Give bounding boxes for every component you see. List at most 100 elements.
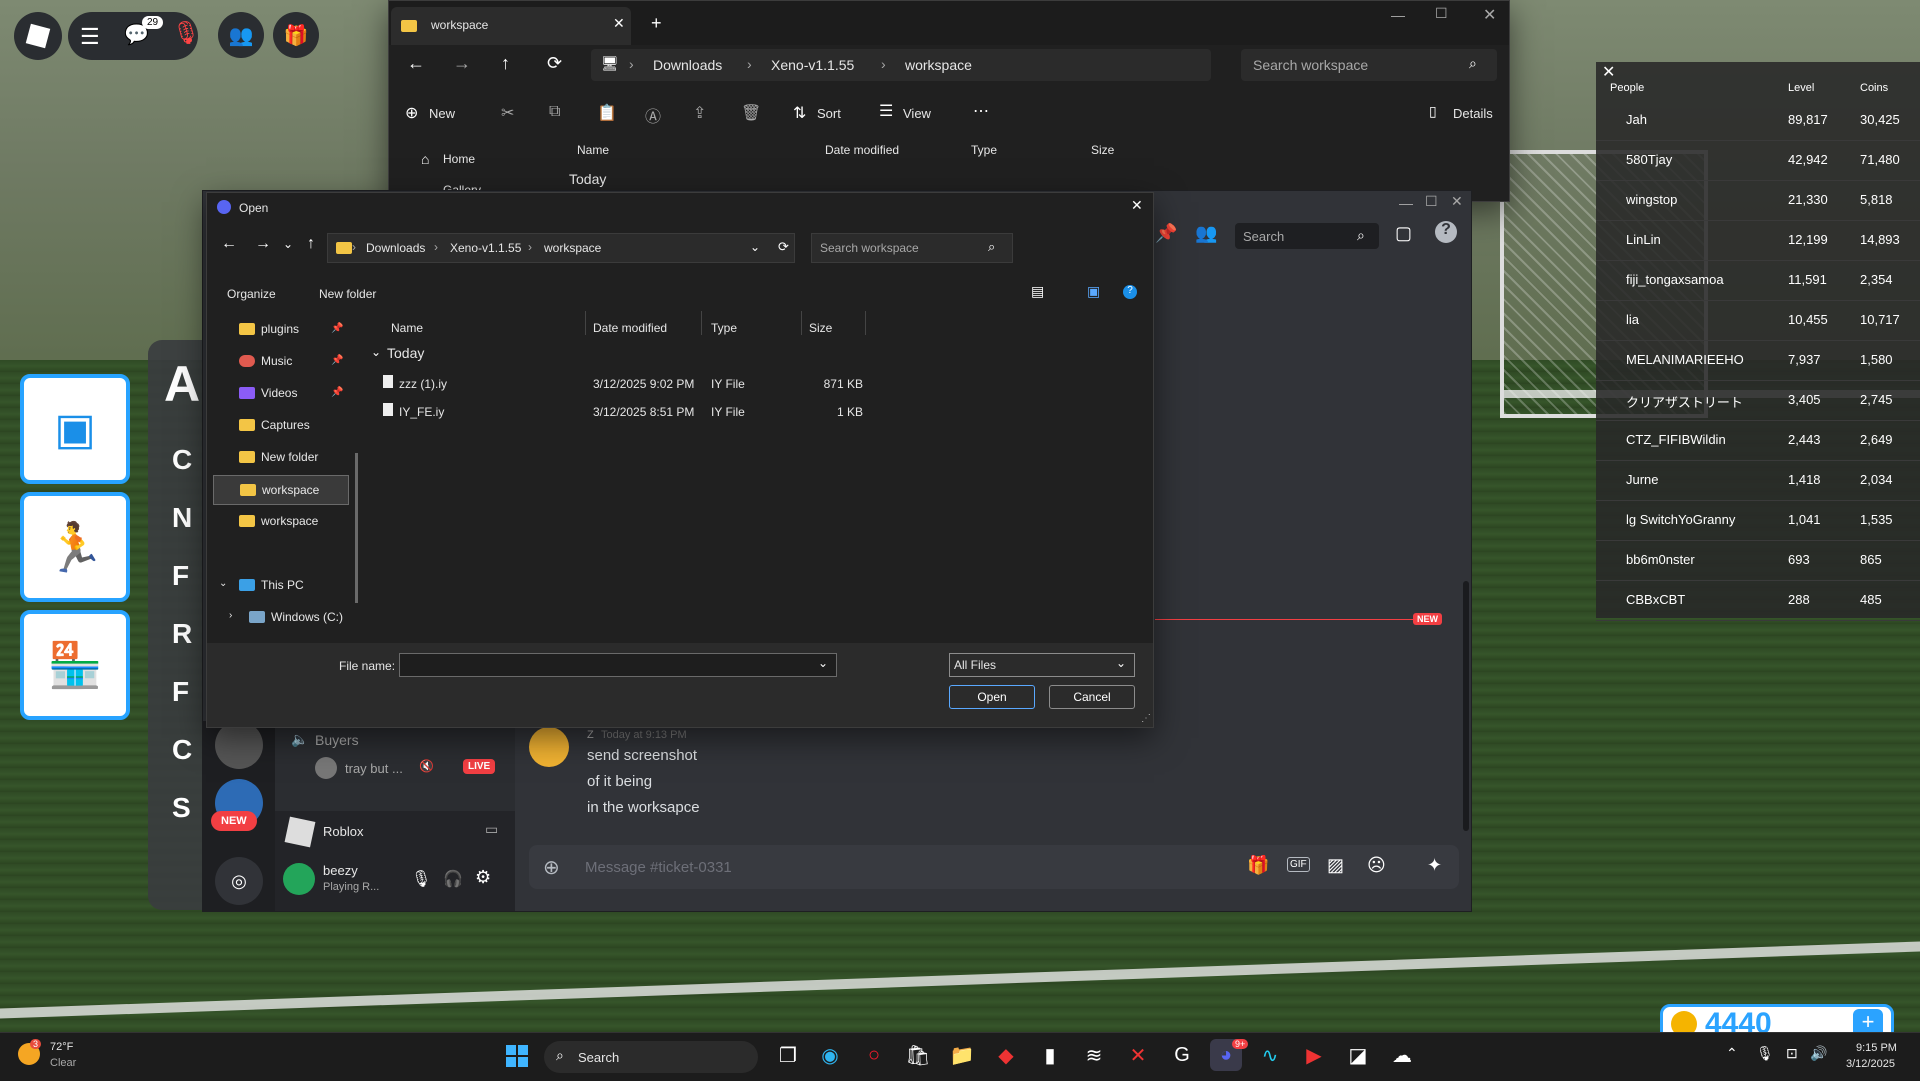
sort-button[interactable]: Sort [817, 106, 841, 121]
column-name[interactable]: Name [391, 321, 423, 335]
xeno-icon[interactable]: ✕ [1122, 1039, 1154, 1071]
gif-icon[interactable]: GIF [1287, 857, 1310, 872]
back-arrow-icon[interactable]: ← [407, 53, 425, 74]
sidebar-item-videos[interactable]: Videos 📌 [213, 379, 347, 407]
profile-tile-button[interactable]: ▣ [20, 374, 130, 484]
steam-icon[interactable]: ≋ [1078, 1039, 1110, 1071]
emote-tile-button[interactable]: 🏃 [20, 492, 130, 602]
file-name-input[interactable]: ⌄ [399, 653, 837, 677]
server-avatar[interactable] [215, 721, 263, 769]
column-name[interactable]: Name [577, 143, 609, 157]
organize-button[interactable]: Organize [227, 287, 276, 301]
resize-grip-icon[interactable]: ⋰ [1141, 713, 1151, 724]
explorer-search-input[interactable]: Search workspace ⌕ [1241, 49, 1497, 81]
volume-icon[interactable]: 🔊 [1810, 1045, 1827, 1062]
channel-buyers[interactable]: Buyers [315, 732, 359, 748]
group-header-today[interactable]: Today [387, 345, 424, 361]
up-arrow-icon[interactable]: ↑ [501, 53, 510, 74]
microphone-icon[interactable]: 🎙 [1756, 1045, 1774, 1062]
forward-arrow-icon[interactable]: → [453, 53, 471, 74]
breadcrumb-item[interactable]: Xeno-v1.1.55 [450, 241, 521, 255]
message-author-avatar[interactable] [529, 727, 569, 767]
delete-icon[interactable]: 🗑 [741, 103, 761, 123]
opera-icon[interactable]: ○ [858, 1039, 890, 1071]
column-size[interactable]: Size [809, 321, 832, 335]
microphone-icon[interactable]: 🎙 [172, 20, 200, 46]
add-attachment-icon[interactable]: ⊕ [543, 855, 560, 880]
user-avatar[interactable] [283, 863, 315, 895]
chevron-up-icon[interactable]: ⌃ [1726, 1045, 1738, 1062]
sidebar-item-workspace-selected[interactable]: workspace [213, 475, 349, 505]
new-tab-button[interactable]: + [651, 13, 662, 34]
file-type-filter[interactable]: All Files ⌄ [949, 653, 1135, 677]
help-icon[interactable]: ? [1435, 221, 1457, 243]
dialog-address-bar[interactable]: › Downloads › Xeno-v1.1.55 › workspace ⌄… [327, 233, 795, 263]
leaderboard-row[interactable]: lia 10,455 10,717 [1596, 300, 1920, 341]
leaderboard-row[interactable]: 580Tjay 42,942 71,480 [1596, 140, 1920, 181]
sidebar-item-captures[interactable]: Captures [213, 411, 347, 439]
paste-icon[interactable]: 📋 [597, 103, 617, 123]
pin-icon[interactable]: 📌 [331, 323, 343, 334]
leaderboard-row[interactable]: wingstop 21,330 5,818 [1596, 180, 1920, 221]
up-arrow-icon[interactable]: ↑ [307, 235, 315, 253]
maximize-button[interactable]: ☐ [1435, 5, 1448, 22]
clock-time[interactable]: 9:15 PM [1856, 1042, 1897, 1054]
app-g-icon[interactable]: G [1166, 1039, 1198, 1071]
people-button[interactable]: 👥 [218, 12, 264, 58]
column-date-modified[interactable]: Date modified [825, 143, 899, 157]
breadcrumb-item[interactable]: workspace [905, 57, 972, 73]
emoji-icon[interactable]: ☹ [1367, 855, 1386, 876]
media-player-icon[interactable]: ▶ [1298, 1039, 1330, 1071]
clock-date[interactable]: 3/12/2025 [1846, 1058, 1895, 1070]
pin-icon[interactable]: 📌 [331, 387, 343, 398]
apps-icon[interactable]: ✦ [1427, 855, 1442, 876]
close-button[interactable]: ✕ [1483, 5, 1496, 25]
rename-icon[interactable]: Ⓐ [645, 103, 661, 127]
audio-app-icon[interactable]: ∿ [1254, 1039, 1286, 1071]
close-tab-icon[interactable]: ✕ [613, 15, 625, 32]
details-button[interactable]: Details [1453, 106, 1493, 121]
leaderboard-row[interactable]: クリアザストリート 3,405 2,745 [1596, 380, 1920, 421]
sidebar-scrollbar[interactable] [355, 453, 358, 603]
share-icon[interactable]: ⇪ [693, 103, 706, 123]
live-user-name[interactable]: tray but ... [345, 761, 403, 776]
discover-icon[interactable]: ◎ [215, 857, 263, 905]
refresh-icon[interactable]: ⟳ [778, 239, 789, 255]
edge-icon[interactable]: ◉ [814, 1039, 846, 1071]
discord-search-input[interactable]: Search ⌕ [1235, 223, 1379, 249]
sidebar-item-music[interactable]: Music 📌 [213, 347, 347, 375]
column-date-modified[interactable]: Date modified [593, 321, 667, 335]
close-button[interactable]: ✕ [1451, 193, 1463, 210]
back-arrow-icon[interactable]: ← [221, 235, 237, 253]
breadcrumb-item[interactable]: workspace [544, 241, 601, 255]
roblox-taskbar-icon[interactable]: ◪ [1342, 1039, 1374, 1071]
cancel-button[interactable]: Cancel [1049, 685, 1135, 709]
task-view-icon[interactable]: ❐ [772, 1039, 804, 1071]
scrollbar[interactable] [1463, 581, 1469, 831]
close-icon[interactable]: ✕ [1602, 62, 1615, 82]
pin-icon[interactable]: 📌 [1155, 223, 1177, 244]
group-header-today[interactable]: Today [569, 171, 606, 187]
sidebar-item-workspace[interactable]: workspace [213, 507, 347, 535]
minimize-button[interactable]: — [1399, 195, 1413, 211]
leaderboard-row[interactable]: LinLin 12,199 14,893 [1596, 220, 1920, 261]
copy-icon[interactable]: ⧉ [549, 103, 560, 121]
members-icon[interactable]: 👥 [1195, 223, 1217, 244]
sidebar-item-windows-c[interactable]: › Windows (C:) [213, 603, 347, 631]
chevron-right-icon[interactable]: › [229, 610, 232, 621]
taskbar-search[interactable]: ⌕ Search [544, 1041, 758, 1073]
message-input[interactable]: ⊕ Message #ticket-0331 🎁 GIF ▨ ☹ ✦ [529, 845, 1459, 889]
sidebar-item-new-folder[interactable]: New folder [213, 443, 347, 471]
leaderboard-row[interactable]: bb6m0nster 693 865 [1596, 540, 1920, 581]
file-row[interactable]: zzz (1).iy 3/12/2025 9:02 PM IY File 871… [367, 371, 867, 397]
recent-dropdown-icon[interactable]: ⌄ [283, 237, 293, 251]
sidebar-item-this-pc[interactable]: ⌄ This PC [213, 571, 347, 599]
chevron-down-icon[interactable]: ⌄ [750, 240, 760, 254]
game-app-icon[interactable]: ◆ [990, 1039, 1022, 1071]
sticker-icon[interactable]: ▨ [1327, 855, 1344, 876]
headphones-icon[interactable]: 🎧 [443, 869, 463, 889]
shop-tile-button[interactable]: 🏪 [20, 610, 130, 720]
hamburger-icon[interactable]: ☰ [80, 24, 100, 50]
leaderboard-row[interactable]: CBBxCBT 288 485 [1596, 580, 1920, 621]
chevron-down-icon[interactable]: ⌄ [371, 345, 381, 359]
